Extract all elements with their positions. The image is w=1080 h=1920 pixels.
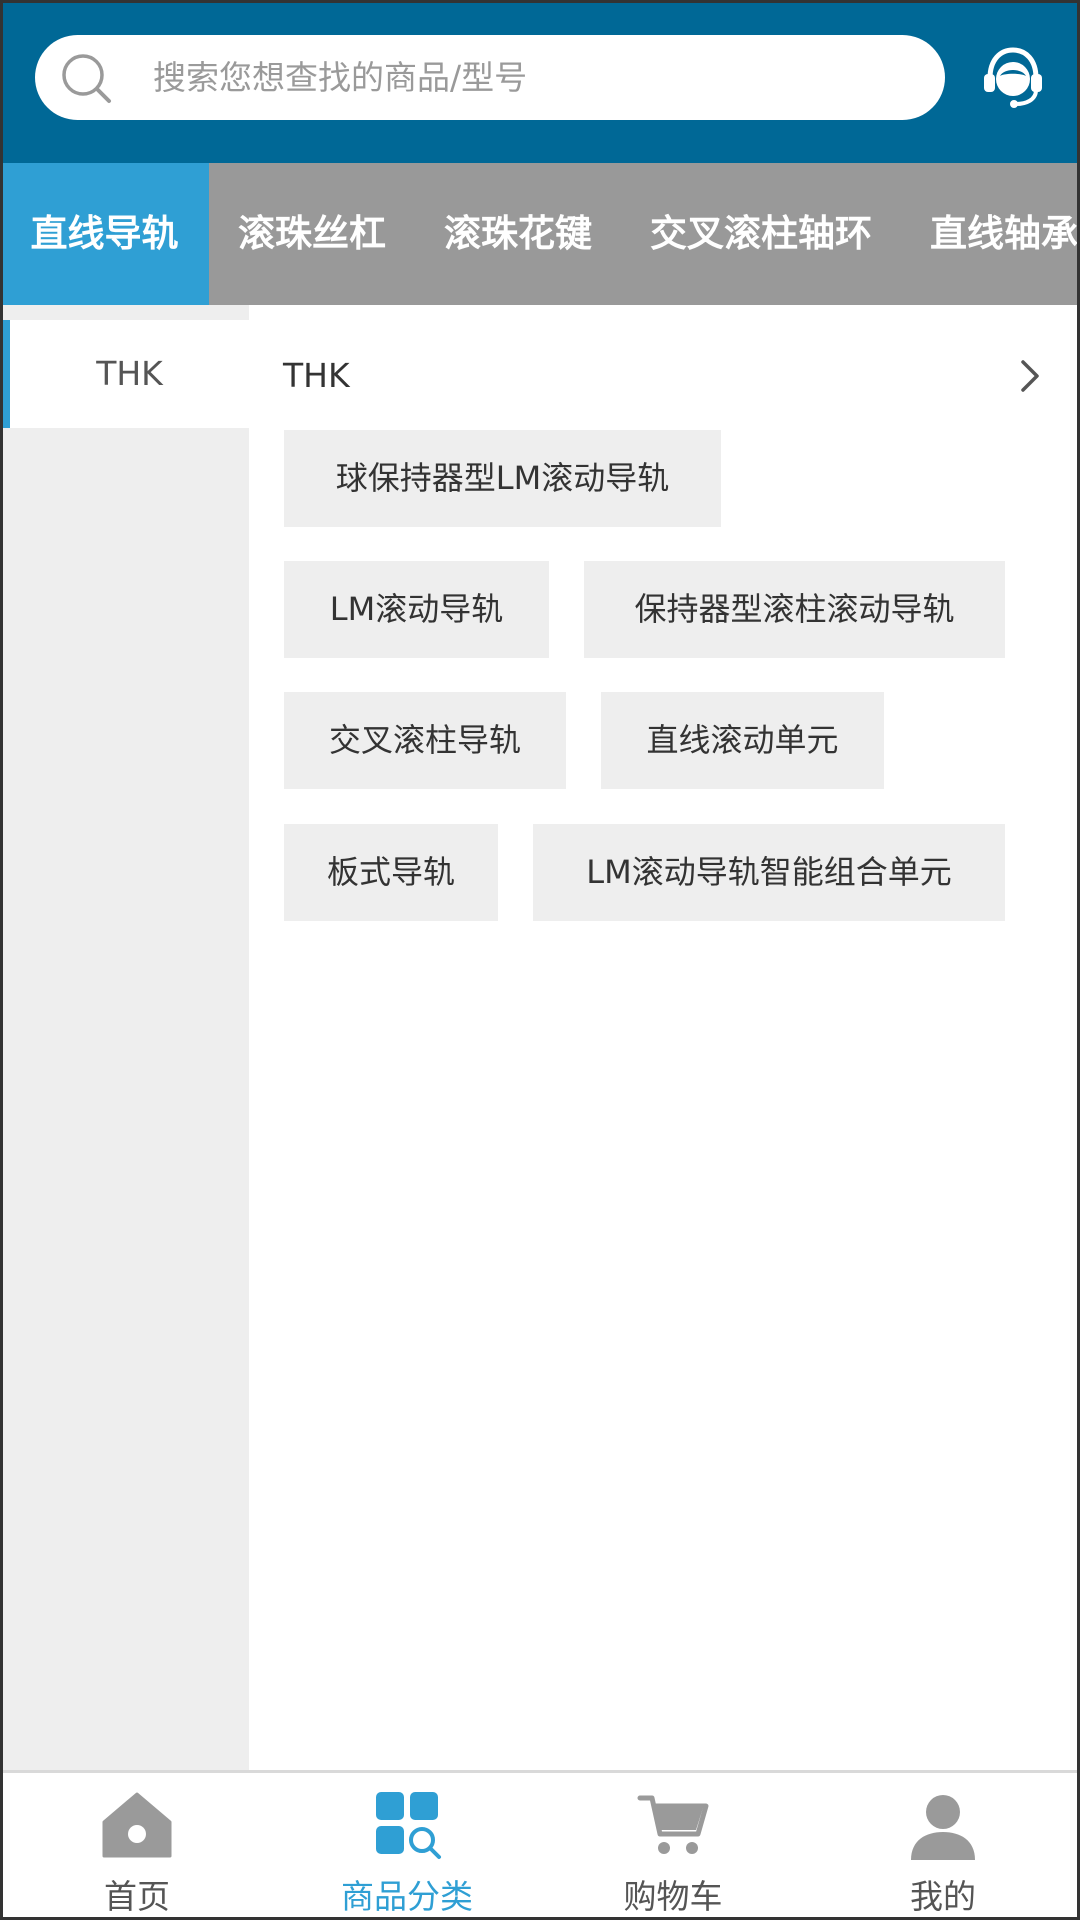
chevron-right-icon[interactable] xyxy=(1010,356,1050,396)
tab-ball-spline[interactable]: 滚珠花键 xyxy=(415,163,621,305)
top-header: 搜索您想查找的商品/型号 xyxy=(0,0,1080,163)
product-tag[interactable]: 交叉滚柱导轨 xyxy=(284,692,566,789)
product-tag[interactable]: 球保持器型LM滚动导轨 xyxy=(284,430,721,527)
search-input[interactable]: 搜索您想查找的商品/型号 xyxy=(35,35,945,120)
brand-sidebar: THK xyxy=(0,305,249,1770)
product-tag[interactable]: 保持器型滚柱滚动导轨 xyxy=(584,561,1005,658)
bottom-nav: 首页 商品分类 购物车 我的 xyxy=(0,1770,1080,1920)
tab-cross-roller-ring[interactable]: 交叉滚柱轴环 xyxy=(621,163,901,305)
nav-label-profile: 我的 xyxy=(910,1877,976,1916)
nav-label-home: 首页 xyxy=(104,1877,170,1916)
user-icon xyxy=(911,1795,975,1860)
product-tag[interactable]: 直线滚动单元 xyxy=(601,692,884,789)
tab-linear-bearing[interactable]: 直线轴承 xyxy=(901,163,1080,305)
category-search-icon xyxy=(376,1792,441,1859)
home-icon xyxy=(102,1792,172,1858)
cart-icon xyxy=(637,1795,709,1854)
tab-linear-guide[interactable]: 直线导轨 xyxy=(0,163,209,305)
nav-item-cart[interactable]: 购物车 xyxy=(538,1773,808,1920)
product-tag[interactable]: LM滚动导轨 xyxy=(284,561,549,658)
nav-item-home[interactable]: 首页 xyxy=(2,1773,272,1920)
search-icon xyxy=(62,54,111,103)
customer-service-icon[interactable] xyxy=(978,42,1048,112)
brand-section-title: THK xyxy=(283,356,350,395)
nav-item-profile[interactable]: 我的 xyxy=(808,1773,1078,1920)
nav-label-category: 商品分类 xyxy=(341,1877,473,1916)
sidebar-item-thk[interactable]: THK xyxy=(0,320,249,428)
search-placeholder: 搜索您想查找的商品/型号 xyxy=(153,58,528,97)
product-tag[interactable]: 板式导轨 xyxy=(284,824,498,921)
tab-ball-screw[interactable]: 滚珠丝杠 xyxy=(209,163,415,305)
product-tag[interactable]: LM滚动导轨智能组合单元 xyxy=(533,824,1005,921)
nav-label-cart: 购物车 xyxy=(623,1877,723,1916)
category-tab-bar: 直线导轨 滚珠丝杠 滚珠花键 交叉滚柱轴环 直线轴承 xyxy=(0,163,1080,305)
nav-item-category[interactable]: 商品分类 xyxy=(272,1773,542,1920)
